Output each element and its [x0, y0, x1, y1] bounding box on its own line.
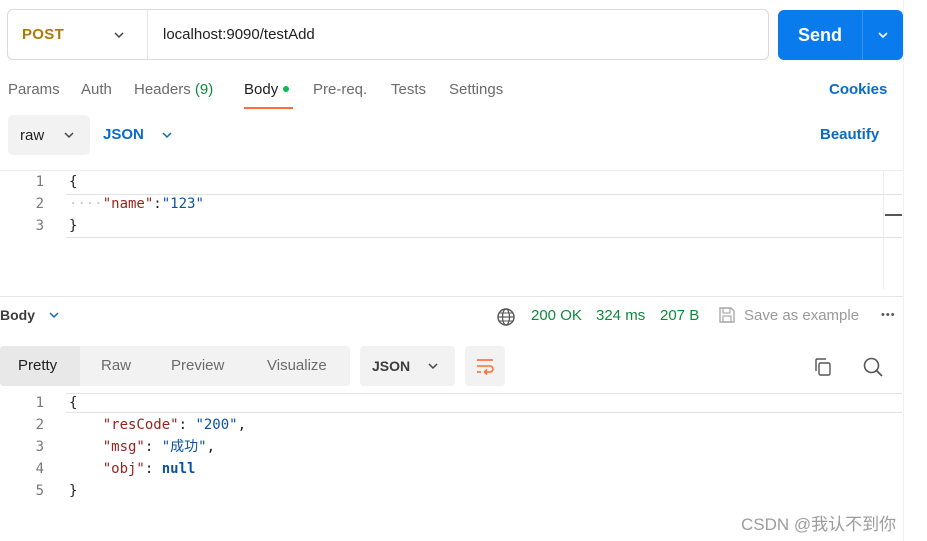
body-mode-selector[interactable]: raw — [8, 115, 90, 155]
method-selector[interactable]: POST — [8, 10, 148, 59]
line-number: 4 — [35, 461, 44, 477]
globe-icon[interactable] — [496, 307, 516, 327]
request-body-editor[interactable]: { ····"name":"123" } — [69, 171, 204, 237]
json-value: null — [161, 461, 196, 477]
line-number: 2 — [35, 417, 44, 433]
body-mode-label: raw — [20, 126, 45, 144]
request-line-numbers: 1 2 3 — [0, 171, 44, 237]
json-key: "resCode" — [102, 417, 179, 433]
line-number: 1 — [35, 395, 44, 411]
tab-headers-label: Headers — [134, 81, 191, 98]
tab-settings[interactable]: Settings — [449, 81, 503, 98]
line-number: 2 — [35, 196, 44, 212]
chevron-down-icon — [428, 363, 438, 370]
code-line: { — [69, 395, 78, 411]
chevron-down-icon — [162, 131, 172, 138]
status-code[interactable]: 200 OK — [531, 307, 582, 324]
view-raw[interactable]: Raw — [101, 357, 131, 374]
response-format-selector[interactable]: JSON — [360, 346, 455, 386]
url-input[interactable] — [163, 26, 743, 43]
chevron-down-icon — [114, 32, 124, 39]
active-tab-underline — [244, 107, 293, 109]
scrollbar-thumb[interactable] — [885, 214, 902, 216]
view-visualize[interactable]: Visualize — [267, 357, 327, 374]
response-section-selector[interactable]: Body — [0, 307, 61, 323]
tab-auth[interactable]: Auth — [81, 81, 112, 98]
body-language-label: JSON — [103, 126, 144, 143]
json-value: "成功" — [161, 439, 207, 455]
json-key: "msg" — [102, 439, 145, 455]
body-language-selector[interactable]: JSON — [103, 126, 174, 143]
code-line: "obj": null — [69, 458, 246, 480]
response-line-numbers: 1 2 3 4 5 — [0, 392, 44, 502]
beautify-button[interactable]: Beautify — [820, 126, 879, 143]
send-options-button[interactable] — [863, 28, 903, 42]
json-key: "obj" — [102, 461, 145, 477]
json-key: "name" — [102, 196, 154, 212]
wrap-lines-icon — [477, 359, 494, 375]
json-colon: : — [144, 439, 162, 455]
cookies-link[interactable]: Cookies — [829, 81, 887, 98]
save-icon — [719, 307, 735, 323]
send-button[interactable]: Send — [778, 10, 903, 60]
body-indicator-dot — [283, 86, 290, 92]
view-pretty[interactable]: Pretty — [18, 357, 57, 374]
chevron-down-icon — [878, 32, 888, 39]
headers-count: (9) — [194, 81, 214, 98]
chevron-down-icon — [49, 312, 59, 319]
wrap-lines-button[interactable] — [465, 346, 505, 386]
code-line: ····"name":"123" — [69, 193, 204, 215]
code-line: "resCode": "200", — [69, 414, 246, 436]
line-number: 3 — [35, 439, 44, 455]
more-options-icon[interactable]: ••• — [881, 309, 896, 321]
json-colon: : — [153, 196, 162, 212]
code-line: "msg": "成功", — [69, 436, 246, 458]
json-colon: : — [178, 417, 196, 433]
json-value: "200" — [195, 417, 238, 433]
json-colon: : — [144, 461, 162, 477]
tab-body[interactable]: Body — [244, 81, 290, 98]
response-time[interactable]: 324 ms — [596, 307, 645, 324]
chevron-down-icon — [64, 132, 74, 139]
send-label: Send — [797, 24, 842, 45]
code-line: { — [69, 174, 78, 190]
response-size[interactable]: 207 B — [660, 307, 699, 324]
request-url-bar: POST — [7, 9, 769, 60]
line-number: 5 — [35, 483, 44, 499]
method-label: POST — [22, 26, 65, 43]
indent-guide: ···· — [69, 196, 103, 212]
tab-params[interactable]: Params — [8, 81, 60, 98]
view-preview[interactable]: Preview — [171, 357, 224, 374]
editor-scrollbar[interactable] — [883, 171, 903, 289]
tab-pre-request[interactable]: Pre-req. — [313, 81, 367, 98]
tab-tests[interactable]: Tests — [391, 81, 426, 98]
panel-edge — [903, 0, 904, 541]
code-line: } — [69, 483, 78, 499]
json-value: "123" — [161, 196, 204, 212]
response-body-viewer[interactable]: { "resCode": "200", "msg": "成功", "obj": … — [69, 392, 246, 502]
tab-headers[interactable]: Headers (9) — [134, 81, 213, 98]
json-comma: , — [206, 439, 216, 455]
search-icon[interactable] — [862, 356, 884, 378]
copy-icon[interactable] — [813, 357, 833, 377]
json-comma: , — [237, 417, 247, 433]
response-divider — [0, 296, 903, 297]
watermark: CSDN @我认不到你 — [741, 515, 897, 534]
save-as-example-button[interactable]: Save as example — [744, 307, 859, 324]
response-format-label: JSON — [372, 358, 411, 374]
line-number: 1 — [35, 174, 44, 190]
code-line: } — [69, 218, 78, 234]
tab-body-label: Body — [244, 81, 279, 98]
line-number: 3 — [35, 218, 44, 234]
response-section-label: Body — [0, 307, 35, 323]
